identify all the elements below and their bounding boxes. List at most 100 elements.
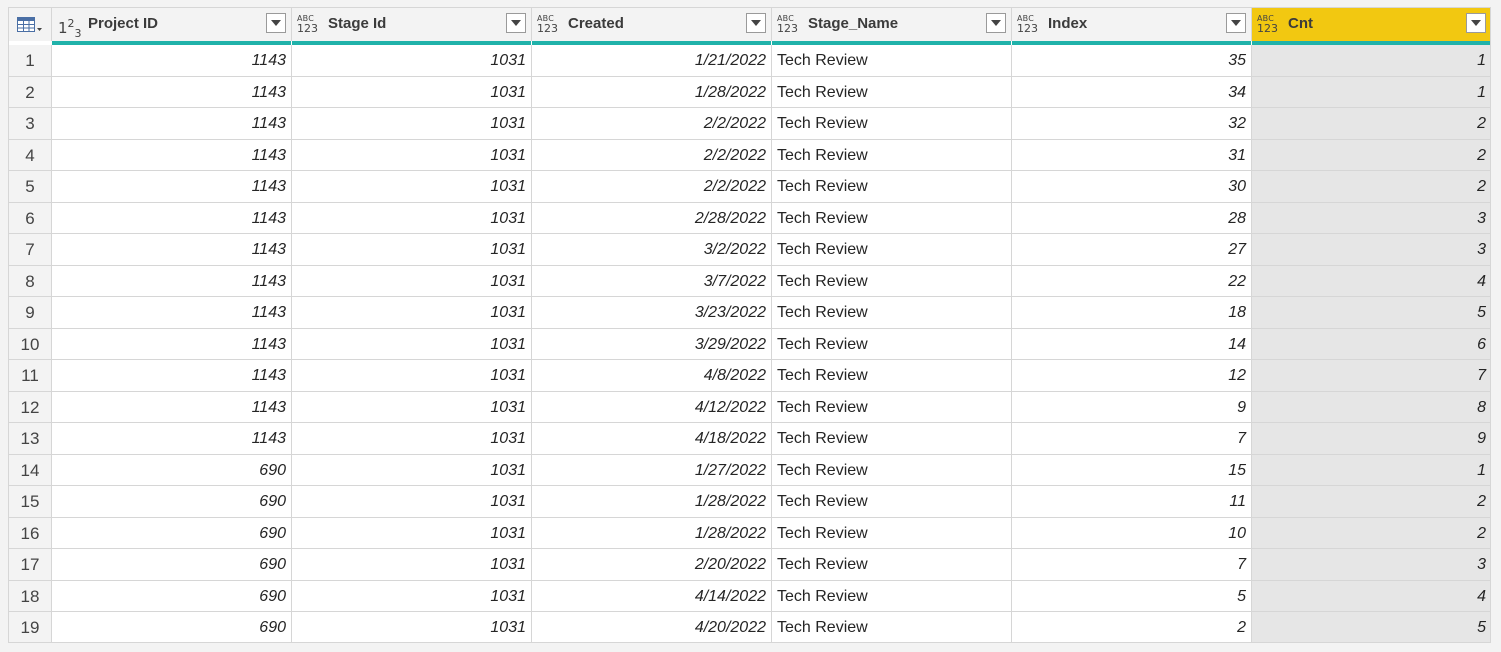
row-number[interactable]: 7	[9, 234, 52, 266]
row-number[interactable]: 13	[9, 423, 52, 455]
whole-number-type-icon[interactable]: 123	[57, 14, 82, 40]
cell-stage-name[interactable]: Tech Review	[772, 360, 1012, 392]
cell-cnt[interactable]: 2	[1252, 517, 1490, 549]
cell-index[interactable]: 12	[1012, 360, 1252, 392]
row-number[interactable]: 19	[9, 612, 52, 642]
cell-created[interactable]: 4/12/2022	[532, 391, 772, 423]
column-header-created[interactable]: ABC 123 Created	[532, 8, 772, 41]
any-type-icon[interactable]: ABC 123	[1017, 14, 1041, 34]
cell-stage-id[interactable]: 1031	[292, 328, 532, 360]
cell-created[interactable]: 4/14/2022	[532, 580, 772, 612]
cell-stage-id[interactable]: 1031	[292, 76, 532, 108]
cell-stage-id[interactable]: 1031	[292, 517, 532, 549]
cell-created[interactable]: 2/2/2022	[532, 108, 772, 140]
row-number[interactable]: 3	[9, 108, 52, 140]
cell-cnt[interactable]: 9	[1252, 423, 1490, 455]
cell-project-id[interactable]: 1143	[52, 76, 292, 108]
cell-cnt[interactable]: 3	[1252, 202, 1490, 234]
cell-index[interactable]: 35	[1012, 45, 1252, 77]
cell-stage-name[interactable]: Tech Review	[772, 391, 1012, 423]
cell-stage-name[interactable]: Tech Review	[772, 171, 1012, 203]
row-number[interactable]: 1	[9, 45, 52, 77]
cell-project-id[interactable]: 1143	[52, 202, 292, 234]
cell-cnt[interactable]: 2	[1252, 171, 1490, 203]
cell-created[interactable]: 3/2/2022	[532, 234, 772, 266]
cell-project-id[interactable]: 690	[52, 454, 292, 486]
cell-index[interactable]: 28	[1012, 202, 1252, 234]
cell-index[interactable]: 14	[1012, 328, 1252, 360]
cell-stage-id[interactable]: 1031	[292, 423, 532, 455]
cell-stage-name[interactable]: Tech Review	[772, 202, 1012, 234]
column-filter-dropdown-icon[interactable]	[506, 13, 526, 33]
cell-stage-id[interactable]: 1031	[292, 297, 532, 329]
cell-stage-name[interactable]: Tech Review	[772, 612, 1012, 642]
cell-project-id[interactable]: 690	[52, 517, 292, 549]
cell-cnt[interactable]: 5	[1252, 612, 1490, 642]
column-header-index[interactable]: ABC 123 Index	[1012, 8, 1252, 41]
cell-stage-id[interactable]: 1031	[292, 580, 532, 612]
cell-project-id[interactable]: 1143	[52, 297, 292, 329]
cell-project-id[interactable]: 1143	[52, 139, 292, 171]
cell-cnt[interactable]: 8	[1252, 391, 1490, 423]
cell-cnt[interactable]: 2	[1252, 139, 1490, 171]
row-number[interactable]: 8	[9, 265, 52, 297]
cell-project-id[interactable]: 1143	[52, 265, 292, 297]
cell-stage-name[interactable]: Tech Review	[772, 234, 1012, 266]
cell-project-id[interactable]: 1143	[52, 45, 292, 77]
cell-stage-name[interactable]: Tech Review	[772, 328, 1012, 360]
cell-created[interactable]: 2/2/2022	[532, 171, 772, 203]
cell-stage-name[interactable]: Tech Review	[772, 454, 1012, 486]
cell-created[interactable]: 2/28/2022	[532, 202, 772, 234]
row-number[interactable]: 11	[9, 360, 52, 392]
row-number[interactable]: 10	[9, 328, 52, 360]
cell-cnt[interactable]: 3	[1252, 234, 1490, 266]
cell-stage-name[interactable]: Tech Review	[772, 265, 1012, 297]
cell-created[interactable]: 4/8/2022	[532, 360, 772, 392]
row-number[interactable]: 6	[9, 202, 52, 234]
cell-project-id[interactable]: 1143	[52, 234, 292, 266]
row-number[interactable]: 5	[9, 171, 52, 203]
cell-stage-name[interactable]: Tech Review	[772, 76, 1012, 108]
cell-stage-name[interactable]: Tech Review	[772, 423, 1012, 455]
any-type-icon[interactable]: ABC 123	[537, 14, 561, 34]
column-header-cnt[interactable]: ABC 123 Cnt	[1252, 8, 1490, 41]
cell-stage-id[interactable]: 1031	[292, 360, 532, 392]
cell-cnt[interactable]: 1	[1252, 45, 1490, 77]
cell-cnt[interactable]: 4	[1252, 580, 1490, 612]
cell-stage-id[interactable]: 1031	[292, 171, 532, 203]
cell-project-id[interactable]: 690	[52, 612, 292, 642]
cell-stage-id[interactable]: 1031	[292, 612, 532, 642]
column-header-project-id[interactable]: 123 Project ID	[52, 8, 292, 41]
cell-index[interactable]: 30	[1012, 171, 1252, 203]
cell-project-id[interactable]: 1143	[52, 360, 292, 392]
cell-cnt[interactable]: 2	[1252, 108, 1490, 140]
cell-cnt[interactable]: 2	[1252, 486, 1490, 518]
column-header-stage-name[interactable]: ABC 123 Stage_Name	[772, 8, 1012, 41]
column-filter-dropdown-icon[interactable]	[1466, 13, 1486, 33]
cell-index[interactable]: 22	[1012, 265, 1252, 297]
table-menu-button[interactable]	[9, 8, 52, 41]
cell-stage-id[interactable]: 1031	[292, 454, 532, 486]
row-number[interactable]: 15	[9, 486, 52, 518]
cell-stage-name[interactable]: Tech Review	[772, 45, 1012, 77]
cell-index[interactable]: 2	[1012, 612, 1252, 642]
any-type-icon[interactable]: ABC 123	[1257, 14, 1281, 34]
cell-index[interactable]: 18	[1012, 297, 1252, 329]
cell-stage-id[interactable]: 1031	[292, 45, 532, 77]
row-number[interactable]: 2	[9, 76, 52, 108]
cell-created[interactable]: 4/20/2022	[532, 612, 772, 642]
cell-project-id[interactable]: 1143	[52, 328, 292, 360]
column-header-stage-id[interactable]: ABC 123 Stage Id	[292, 8, 532, 41]
cell-stage-id[interactable]: 1031	[292, 391, 532, 423]
cell-created[interactable]: 1/21/2022	[532, 45, 772, 77]
cell-created[interactable]: 3/29/2022	[532, 328, 772, 360]
cell-created[interactable]: 1/28/2022	[532, 76, 772, 108]
cell-stage-id[interactable]: 1031	[292, 139, 532, 171]
cell-created[interactable]: 4/18/2022	[532, 423, 772, 455]
cell-project-id[interactable]: 690	[52, 580, 292, 612]
cell-index[interactable]: 34	[1012, 76, 1252, 108]
cell-index[interactable]: 27	[1012, 234, 1252, 266]
cell-index[interactable]: 15	[1012, 454, 1252, 486]
cell-created[interactable]: 1/28/2022	[532, 486, 772, 518]
cell-created[interactable]: 3/23/2022	[532, 297, 772, 329]
